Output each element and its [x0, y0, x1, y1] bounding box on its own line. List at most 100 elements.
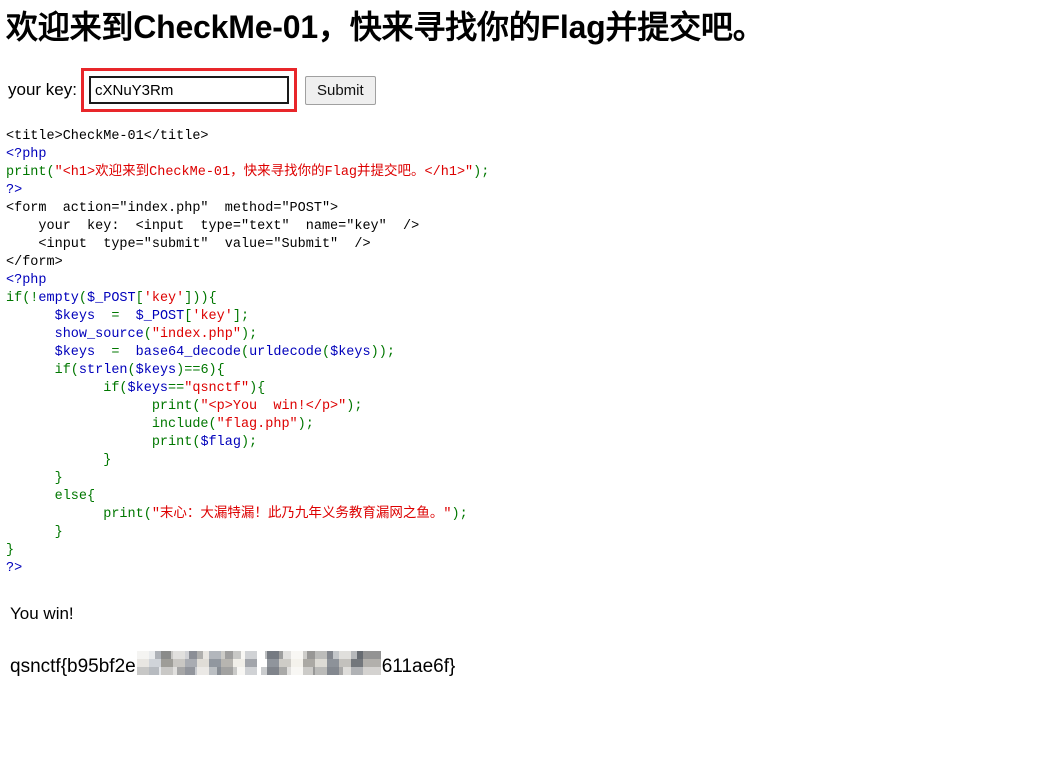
- source-token: $_POST: [135, 309, 185, 324]
- source-token: [: [135, 291, 144, 306]
- source-line: }: [6, 470, 1041, 488]
- source-line: else{: [6, 488, 1041, 506]
- source-token: </form>: [6, 255, 63, 270]
- source-line: </form>: [6, 254, 1041, 272]
- source-token: }: [6, 453, 112, 468]
- key-submit-form: your key: Submit: [0, 46, 1041, 112]
- source-token: );: [240, 435, 258, 450]
- source-line: show_source("index.php");: [6, 326, 1041, 344]
- source-token: empty: [38, 291, 79, 306]
- source-token: "<h1>欢迎来到CheckMe-01，快来寻找你的Flag并提交吧。</h1>…: [54, 165, 474, 180]
- source-token: ];: [232, 309, 250, 324]
- source-line: print("末心：大漏特漏！此乃九年义务教育漏网之鱼。");: [6, 506, 1041, 524]
- submit-button[interactable]: Submit: [304, 75, 376, 105]
- source-line: <?php: [6, 272, 1041, 290]
- source-token: $keys: [54, 309, 96, 324]
- source-line: $keys = $_POST['key'];: [6, 308, 1041, 326]
- source-token: ])){: [184, 291, 217, 306]
- source-token: $_POST: [87, 291, 136, 306]
- source-line: if(strlen($keys)==6){: [6, 362, 1041, 380]
- source-token: $keys: [330, 345, 371, 360]
- source-token: $keys: [127, 381, 169, 396]
- source-token: print(: [6, 165, 55, 180]
- source-token: (: [240, 345, 250, 360]
- source-token: <?php: [6, 273, 47, 288]
- page-title: 欢迎来到CheckMe-01，快来寻找你的Flag并提交吧。: [6, 9, 765, 45]
- source-token: =: [95, 345, 136, 360]
- source-token: }: [6, 543, 15, 558]
- source-line: $keys = base64_decode(urldecode($keys));: [6, 344, 1041, 362]
- source-token: [6, 345, 55, 360]
- key-input-label: your key:: [8, 80, 77, 99]
- source-token: your key: <input type="text" name="key" …: [6, 219, 420, 234]
- source-token: <title>CheckMe-01</title>: [6, 129, 209, 144]
- source-token: else{: [6, 489, 96, 504]
- source-line: <?php: [6, 146, 1041, 164]
- source-line: ?>: [6, 182, 1041, 200]
- source-token: if(!: [6, 291, 39, 306]
- key-input[interactable]: [88, 76, 289, 104]
- source-token: urldecode: [249, 345, 322, 360]
- source-line: print("<p>You win!</p>");: [6, 398, 1041, 416]
- source-token: );: [240, 327, 258, 342]
- source-line: if(!empty($_POST['key'])){: [6, 290, 1041, 308]
- source-token: base64_decode: [135, 345, 241, 360]
- source-token: }: [6, 471, 63, 486]
- source-token: "末心：大漏特漏！此乃九年义务教育漏网之鱼。": [151, 507, 452, 522]
- key-input-highlight: [80, 68, 297, 112]
- source-line: print($flag);: [6, 434, 1041, 452]
- win-message: You win!: [10, 604, 74, 623]
- source-token: <form action="index.php" method="POST">: [6, 201, 339, 216]
- source-token: show_source: [54, 327, 144, 342]
- source-token: (: [322, 345, 331, 360]
- source-token: $keys: [135, 363, 177, 378]
- source-line: your key: <input type="text" name="key" …: [6, 218, 1041, 236]
- source-token: if(: [6, 363, 79, 378]
- source-token: print(: [6, 435, 201, 450]
- source-line: }: [6, 542, 1041, 560]
- source-token: )==6){: [176, 363, 225, 378]
- source-line: <input type="submit" value="Submit" />: [6, 236, 1041, 254]
- source-line: }: [6, 524, 1041, 542]
- source-token: 'key': [143, 291, 185, 306]
- source-line: <title>CheckMe-01</title>: [6, 128, 1041, 146]
- source-token: );: [297, 417, 314, 432]
- php-source-listing: <title>CheckMe-01</title> <?php print("<…: [0, 112, 1041, 578]
- flag-prefix: qsnctf{b95bf2e: [10, 656, 136, 677]
- source-token: (: [127, 363, 136, 378]
- source-token: "flag.php": [216, 417, 298, 432]
- source-token: 'key': [192, 309, 233, 324]
- source-token: "<p>You win!</p>": [200, 399, 347, 414]
- source-line: include("flag.php");: [6, 416, 1041, 434]
- source-token: <input type="submit" value="Submit" />: [6, 237, 371, 252]
- flag-suffix: 611ae6f}: [381, 656, 456, 677]
- source-token: =: [95, 309, 136, 324]
- source-token: [6, 309, 55, 324]
- source-line: }: [6, 452, 1041, 470]
- source-token: ?>: [6, 561, 23, 576]
- source-line: <form action="index.php" method="POST">: [6, 200, 1041, 218]
- flag-output: qsnctf{b95bf2e 611ae6f}: [0, 624, 1041, 679]
- source-token: "qsnctf": [184, 381, 250, 396]
- source-token: (: [143, 327, 152, 342]
- source-token: (: [78, 291, 88, 306]
- source-token: ?>: [6, 183, 23, 198]
- source-line: ?>: [6, 560, 1041, 578]
- source-token: }: [6, 525, 63, 540]
- source-token: );: [346, 399, 363, 414]
- source-token: );: [473, 165, 490, 180]
- source-line: if($keys=="qsnctf"){: [6, 380, 1041, 398]
- source-token: print(: [6, 399, 201, 414]
- source-token: ==: [168, 381, 185, 396]
- source-token: ){: [249, 381, 266, 396]
- source-token: strlen: [78, 363, 128, 378]
- flag-redaction-mosaic: [136, 651, 381, 675]
- source-token: "index.php": [151, 327, 241, 342]
- source-token: if(: [6, 381, 128, 396]
- source-line: print("<h1>欢迎来到CheckMe-01，快来寻找你的Flag并提交吧…: [6, 164, 1041, 182]
- source-token: [6, 327, 55, 342]
- source-token: print(: [6, 507, 152, 522]
- source-token: include(: [6, 417, 217, 432]
- source-token: $flag: [200, 435, 241, 450]
- source-token: $keys: [54, 345, 96, 360]
